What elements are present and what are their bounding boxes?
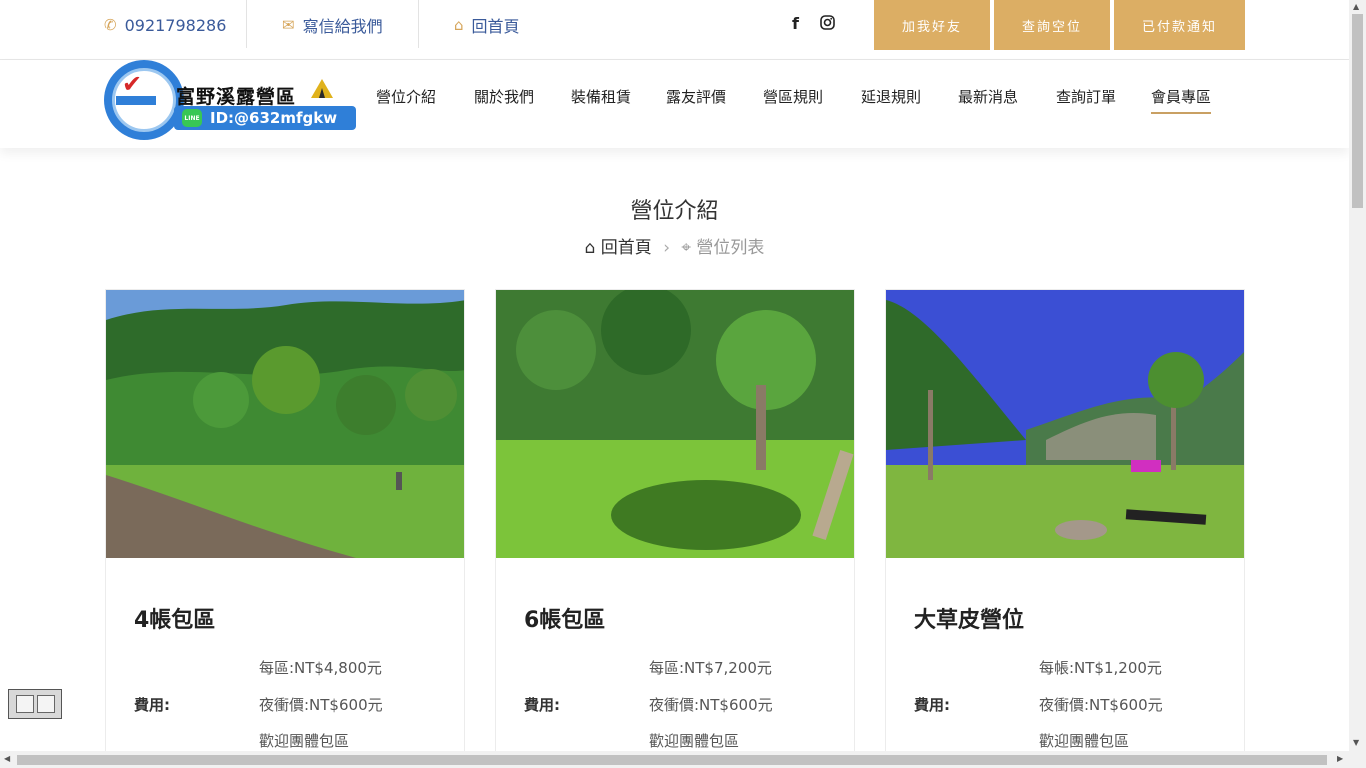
mail-label: 寫信給我們 bbox=[302, 17, 383, 36]
facebook-icon[interactable]: f bbox=[792, 14, 799, 33]
nav-item-news[interactable]: 最新消息 bbox=[958, 86, 1018, 114]
phone-number: 0921798286 bbox=[124, 15, 227, 35]
envelope-icon: ✉ bbox=[282, 16, 295, 34]
scroll-thumb[interactable] bbox=[1352, 14, 1363, 208]
fee-label: 費用: bbox=[914, 696, 950, 714]
home-label: 回首頁 bbox=[471, 17, 520, 36]
vertical-scrollbar[interactable]: ▲ ▼ bbox=[1349, 0, 1366, 768]
breadcrumb-home[interactable]: 回首頁 bbox=[601, 238, 652, 258]
nav-item-refund-rules[interactable]: 延退規則 bbox=[861, 86, 921, 114]
page-title: 營位介紹 bbox=[630, 199, 719, 224]
site-card[interactable]: 6帳包區 每區:NT$7,200元 費用: 夜衝價:NT$600元 歡迎團體包區 bbox=[495, 289, 855, 768]
breadcrumb-current: 營位列表 bbox=[696, 238, 765, 258]
site-photo bbox=[496, 290, 854, 558]
main-nav: ✔ 富野溪露營區 LINE ID:@632mfgkw 營位介紹 關於我們 裝備租… bbox=[0, 60, 1349, 148]
check-availability-button[interactable]: 查詢空位 bbox=[994, 0, 1110, 50]
panel-icon bbox=[15, 695, 34, 713]
nav-item-site-intro[interactable]: 營位介紹 bbox=[376, 86, 436, 114]
fee-line: 歡迎團體包區 bbox=[649, 732, 740, 750]
tent-icon bbox=[311, 79, 333, 98]
nav-item-rental[interactable]: 裝備租賃 bbox=[571, 86, 631, 114]
nav-item-order-lookup[interactable]: 查詢訂單 bbox=[1056, 86, 1116, 114]
fee-line: 歡迎團體包區 bbox=[1039, 732, 1130, 750]
site-logo[interactable]: ✔ 富野溪露營區 LINE ID:@632mfgkw bbox=[104, 60, 356, 140]
mail-link[interactable]: ✉ 寫信給我們 bbox=[282, 0, 383, 50]
scroll-right-icon[interactable]: ▶ bbox=[1337, 754, 1343, 763]
add-friend-button[interactable]: 加我好友 bbox=[874, 0, 990, 50]
checkmark-icon: ✔ bbox=[122, 70, 143, 98]
site-card[interactable]: 4帳包區 每區:NT$4,800元 費用: 夜衝價:NT$600元 歡迎團體包區 bbox=[105, 289, 465, 768]
divider bbox=[418, 0, 419, 48]
site-photo bbox=[106, 290, 464, 558]
phone-link[interactable]: ✆ 0921798286 bbox=[104, 0, 226, 50]
instagram-icon[interactable] bbox=[820, 15, 835, 34]
chevron-right-icon: › bbox=[663, 238, 671, 258]
scroll-left-icon[interactable]: ◀ bbox=[4, 754, 10, 763]
fee-line: 每區:NT$4,800元 bbox=[259, 659, 382, 677]
fee-label: 費用: bbox=[524, 696, 560, 714]
fee-line: 歡迎團體包區 bbox=[259, 732, 350, 750]
fee-label: 費用: bbox=[134, 696, 170, 714]
scroll-up-icon[interactable]: ▲ bbox=[1353, 2, 1359, 11]
phone-icon: ✆ bbox=[104, 16, 117, 34]
nav-item-member[interactable]: 會員專區 bbox=[1151, 86, 1212, 114]
site-photo bbox=[886, 290, 1244, 558]
line-icon: LINE bbox=[182, 109, 202, 127]
fee-line: 夜衝價:NT$600元 bbox=[649, 696, 773, 714]
divider bbox=[246, 0, 247, 48]
layout-toggle-widget[interactable] bbox=[8, 689, 62, 719]
horizontal-scrollbar[interactable]: ◀ ▶ bbox=[0, 751, 1349, 768]
fee-line: 夜衝價:NT$600元 bbox=[259, 696, 383, 714]
panel-icon bbox=[36, 695, 55, 713]
breadcrumb: ⌂ 回首頁 › ⌖ 營位列表 bbox=[0, 233, 1349, 258]
nav-item-rules[interactable]: 營區規則 bbox=[763, 86, 823, 114]
home-icon: ⌂ bbox=[454, 16, 464, 34]
nav-item-about[interactable]: 關於我們 bbox=[474, 86, 534, 114]
nav-item-reviews[interactable]: 露友評價 bbox=[666, 86, 726, 114]
payment-notice-button[interactable]: 已付款通知 bbox=[1114, 0, 1245, 50]
line-id: ID:@632mfgkw bbox=[210, 109, 338, 127]
line-id-badge: LINE ID:@632mfgkw bbox=[174, 106, 356, 130]
fee-line: 每區:NT$7,200元 bbox=[649, 659, 772, 677]
logo-title: 富野溪露營區 bbox=[176, 86, 297, 108]
scroll-down-icon[interactable]: ▼ bbox=[1353, 738, 1359, 747]
certification-seal: ✔ bbox=[104, 60, 184, 140]
home-link[interactable]: ⌂ 回首頁 bbox=[454, 0, 520, 50]
card-title: 6帳包區 bbox=[524, 608, 606, 633]
card-title: 大草皮營位 bbox=[914, 608, 1025, 633]
fee-line: 每帳:NT$1,200元 bbox=[1039, 659, 1162, 677]
top-bar: ✆ 0921798286 ✉ 寫信給我們 ⌂ 回首頁 f 加我好友 查詢空位 已… bbox=[0, 0, 1349, 60]
fee-line: 夜衝價:NT$600元 bbox=[1039, 696, 1163, 714]
home-icon: ⌂ bbox=[584, 238, 596, 258]
map-pin-icon: ⌖ bbox=[681, 238, 691, 258]
card-title: 4帳包區 bbox=[134, 608, 216, 633]
site-card[interactable]: 大草皮營位 每帳:NT$1,200元 費用: 夜衝價:NT$600元 歡迎團體包… bbox=[885, 289, 1245, 768]
scroll-thumb[interactable] bbox=[17, 755, 1327, 765]
